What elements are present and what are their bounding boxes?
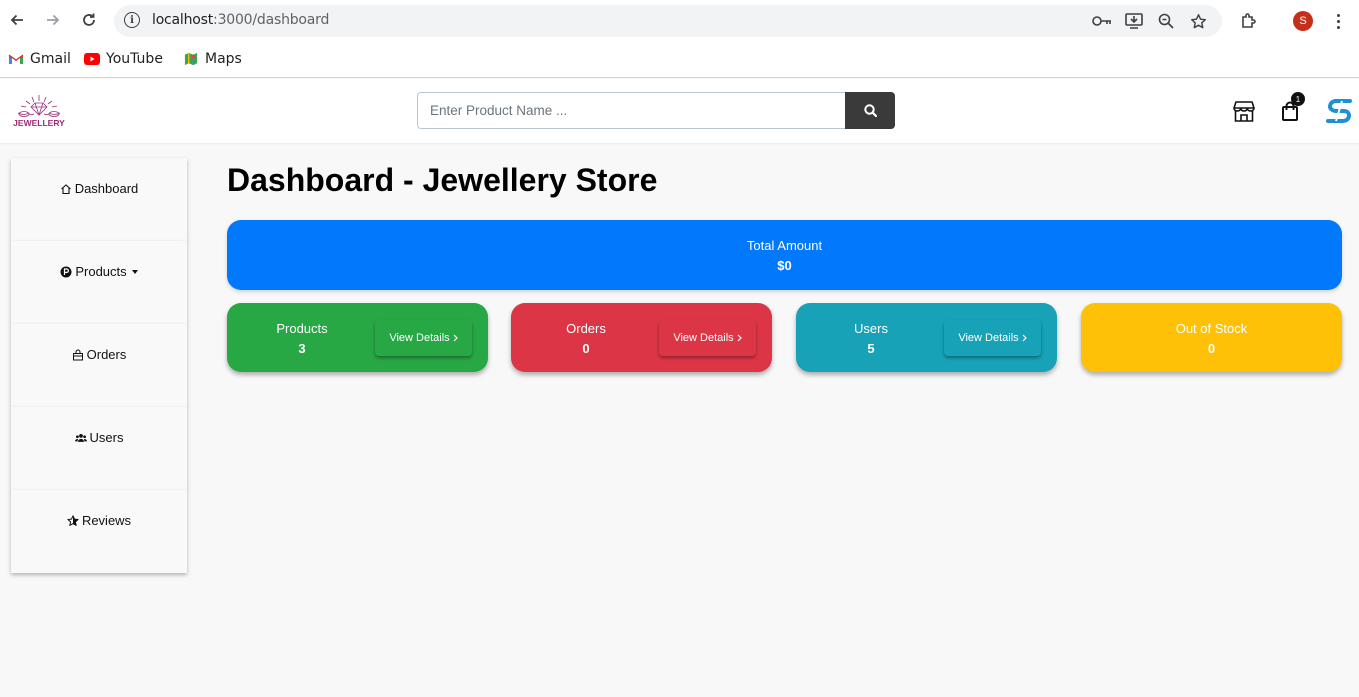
sidebar-item-orders[interactable]: Orders <box>11 324 187 407</box>
users-card-title: Users <box>854 321 888 336</box>
products-card-title: Products <box>276 321 328 336</box>
orders-card-value: 0 <box>582 341 590 356</box>
reload-button[interactable] <box>78 9 100 31</box>
home-icon <box>60 184 71 195</box>
brand-s-icon <box>1326 99 1352 123</box>
sidebar: Dashboard Products Orders Users Reviews <box>11 158 187 573</box>
out-of-stock-card: Out of Stock 0 <box>1081 303 1342 372</box>
cart-button[interactable]: 1 <box>1277 92 1305 124</box>
brand-logo[interactable] <box>1323 98 1357 124</box>
svg-text:JEWELLERY: JEWELLERY <box>13 118 65 128</box>
products-view-details-button[interactable]: View Details <box>375 320 472 356</box>
orders-card-title: Orders <box>566 321 606 336</box>
users-card: Users 5 View Details <box>796 303 1057 372</box>
total-amount-value: $0 <box>777 258 792 273</box>
orders-view-details-button[interactable]: View Details <box>659 320 756 356</box>
bookmarks-bar: Gmail YouTube Maps <box>0 42 1359 78</box>
out-of-stock-card-title: Out of Stock <box>1175 321 1248 336</box>
users-view-details-button[interactable]: View Details <box>944 320 1041 356</box>
bookmark-maps[interactable]: Maps <box>183 50 242 68</box>
orders-card: Orders 0 View Details <box>511 303 772 372</box>
youtube-icon <box>84 53 100 65</box>
chevron-down-icon <box>131 270 138 274</box>
chrome-menu-icon[interactable] <box>1331 10 1345 32</box>
jewellery-logo[interactable]: JEWELLERY <box>12 93 66 129</box>
bookmark-youtube[interactable]: YouTube <box>84 50 163 68</box>
password-key-icon[interactable] <box>1092 11 1112 31</box>
sidebar-item-users[interactable]: Users <box>11 407 187 490</box>
page-title: Dashboard - Jewellery Store <box>227 162 658 198</box>
zoom-icon[interactable] <box>1156 11 1176 31</box>
bookmark-star-icon[interactable] <box>1188 11 1208 31</box>
install-app-icon[interactable] <box>1124 11 1144 31</box>
users-card-value: 5 <box>867 341 875 356</box>
chevron-right-icon <box>1022 334 1027 342</box>
site-info-icon[interactable]: i <box>124 12 140 28</box>
sidebar-item-label: Orders <box>86 347 127 362</box>
cart-count-badge: 1 <box>1291 92 1305 106</box>
forward-arrow-icon <box>47 14 60 26</box>
sidebar-item-label: Users <box>89 430 124 445</box>
extensions-icon[interactable] <box>1239 11 1259 31</box>
reviews-icon <box>67 515 79 526</box>
app-header: JEWELLERY 1 <box>0 79 1359 143</box>
chevron-right-icon <box>737 334 742 342</box>
back-arrow-icon <box>10 14 23 26</box>
products-card: Products 3 View Details <box>227 303 488 372</box>
search-button[interactable] <box>845 92 895 129</box>
search-form <box>417 92 895 129</box>
search-input[interactable] <box>417 92 846 129</box>
sidebar-item-dashboard[interactable]: Dashboard <box>11 158 187 241</box>
maps-icon <box>184 52 198 66</box>
address-bar[interactable]: i localhost:3000/dashboard <box>114 5 1222 37</box>
forward-button[interactable] <box>42 9 64 31</box>
store-icon <box>1233 101 1255 122</box>
total-amount-label: Total Amount <box>746 238 823 253</box>
bookmark-gmail[interactable]: Gmail <box>8 50 71 68</box>
sidebar-item-label: Dashboard <box>74 181 139 196</box>
search-icon <box>863 104 877 117</box>
url-text[interactable]: localhost:3000/dashboard <box>152 12 329 28</box>
orders-icon <box>72 349 83 361</box>
product-icon <box>60 266 72 278</box>
reload-icon <box>83 13 95 26</box>
chevron-right-icon <box>453 334 458 342</box>
sidebar-item-reviews[interactable]: Reviews <box>11 490 187 573</box>
total-amount-card: Total Amount $0 <box>227 220 1342 290</box>
store-button[interactable] <box>1231 98 1257 124</box>
users-icon <box>74 433 87 442</box>
back-button[interactable] <box>6 9 28 31</box>
profile-avatar[interactable]: S <box>1293 11 1313 31</box>
gmail-icon <box>8 54 24 64</box>
browser-toolbar: i localhost:3000/dashboard S <box>0 0 1359 42</box>
products-card-value: 3 <box>298 341 306 356</box>
out-of-stock-card-value: 0 <box>1207 341 1216 356</box>
sidebar-item-label: Products <box>75 264 127 279</box>
sidebar-item-label: Reviews <box>81 513 132 528</box>
sidebar-item-products[interactable]: Products <box>11 241 187 324</box>
